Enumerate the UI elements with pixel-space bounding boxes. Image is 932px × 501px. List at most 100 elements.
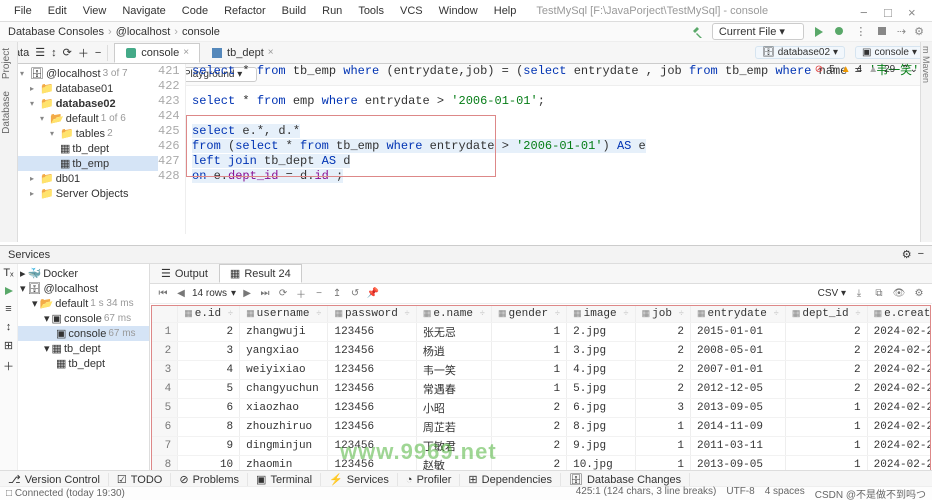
hide-icon[interactable]: −	[918, 248, 924, 261]
svc-default-node[interactable]: ▾📂 default 1 s 34 ms	[18, 296, 149, 311]
column-header[interactable]: ▦gender ÷	[491, 306, 566, 322]
table-row[interactable]: 68zhouzhiruo123456周芷若28.jpg12014-11-0912…	[152, 417, 931, 436]
table-row[interactable]: 79dingminjun123456丁敏君29.jpg12011-03-1112…	[152, 436, 931, 455]
hammer-icon[interactable]	[691, 25, 704, 38]
column-header[interactable]: ▦password ÷	[328, 306, 416, 322]
output-tab[interactable]: ☰ Output	[150, 264, 219, 283]
copy-icon[interactable]: ⧉	[872, 288, 886, 299]
table-row[interactable]: 45changyuchun123456常遇春15.jpg22012-12-052…	[152, 379, 931, 398]
svc-console-node[interactable]: ▣ console 67 ms	[18, 326, 149, 341]
minimize-icon[interactable]: −	[860, 5, 872, 17]
db-tables-node[interactable]: ▾📁 tables 2	[18, 126, 158, 141]
problems-button[interactable]: ⊘ Problems	[171, 473, 248, 486]
export-icon[interactable]: ⤓	[852, 288, 866, 299]
db-schema-node[interactable]: ▸📁 database01	[18, 81, 158, 96]
menu-window[interactable]: Window	[431, 3, 486, 19]
maximize-icon[interactable]: □	[884, 5, 896, 17]
menu-help[interactable]: Help	[486, 3, 525, 19]
breadcrumb-item[interactable]: @localhost	[116, 26, 171, 38]
column-header[interactable]: ▦job ÷	[635, 306, 690, 322]
table-row[interactable]: 34weiyixiao123456韦一笑14.jpg22007-01-01220…	[152, 360, 931, 379]
pin-icon[interactable]: 📌	[366, 288, 380, 299]
sql-editor[interactable]: 421422423424 425426427428 select * from …	[158, 64, 922, 234]
column-header[interactable]: ▦entrydate ÷	[690, 306, 785, 322]
db-default-node[interactable]: ▾📂 default 1 of 6	[18, 111, 158, 126]
remove-row-icon[interactable]: −	[312, 288, 326, 299]
db-host-node[interactable]: ▾🗄 @localhost 3 of 7	[18, 66, 158, 81]
menu-run[interactable]: Run	[314, 3, 350, 19]
tab-tbdept[interactable]: tb_dept×	[200, 43, 285, 63]
svc-table-node[interactable]: ▾▦ tb_dept	[18, 341, 149, 356]
menu-view[interactable]: View	[75, 3, 115, 19]
db-schema-node[interactable]: ▾📁 database02	[18, 96, 158, 111]
prev-page-icon[interactable]: ◀	[174, 288, 188, 299]
db-schema-node[interactable]: ▸📁 db01	[18, 171, 158, 186]
table-row[interactable]: 56xiaozhao123456小昭26.jpg32013-09-0512024…	[152, 398, 931, 417]
column-header[interactable]: ▦image ÷	[567, 306, 636, 322]
todo-button[interactable]: ☑ TODO	[109, 473, 171, 486]
filter-icon[interactable]: ☰	[35, 46, 45, 59]
git-tools[interactable]: ⇢	[897, 25, 906, 38]
revert-icon[interactable]: ↺	[348, 288, 362, 299]
profiler-button[interactable]: ◔ Profiler	[398, 474, 461, 486]
indent[interactable]: 4 spaces	[765, 486, 805, 501]
console-pill[interactable]: ▣ console ▾	[855, 46, 924, 59]
project-tool-button[interactable]: Project	[0, 42, 13, 85]
table-row[interactable]: 12zhangwuji123456张无忌12.jpg22015-01-01220…	[152, 322, 931, 341]
db-server-objects-node[interactable]: ▸📁 Server Objects	[18, 186, 158, 201]
reload-icon[interactable]: ⟳	[276, 288, 290, 299]
view-icon[interactable]: 👁	[892, 288, 906, 299]
menu-navigate[interactable]: Navigate	[114, 3, 173, 19]
menu-edit[interactable]: Edit	[40, 3, 75, 19]
database-tool-button[interactable]: Database	[0, 85, 13, 140]
first-page-icon[interactable]: ⏮	[156, 288, 170, 299]
commit-icon[interactable]: ↥	[330, 288, 344, 299]
result-tab[interactable]: ▦ Result 24	[219, 264, 302, 283]
column-header[interactable]: ▦dept_id ÷	[785, 306, 867, 322]
close-icon[interactable]: ×	[908, 5, 920, 17]
menu-file[interactable]: File	[6, 3, 40, 19]
menu-refactor[interactable]: Refactor	[216, 3, 274, 19]
dbchanges-button[interactable]: 🗄 Database Changes	[561, 473, 690, 486]
version-control-button[interactable]: ⎇ Version Control	[0, 473, 109, 486]
add-icon[interactable]: ＋	[3, 358, 14, 374]
column-header[interactable]: ▦e.create_time ÷	[867, 306, 931, 322]
collapse-icon[interactable]: ↕	[6, 321, 12, 333]
breadcrumb-item[interactable]: console	[182, 26, 220, 38]
db-table-node[interactable]: ▦ tb_emp	[18, 156, 158, 171]
export-format[interactable]: CSV ▾	[818, 288, 846, 299]
group-icon[interactable]: ⊞	[4, 339, 13, 352]
settings-icon[interactable]: ⚙	[912, 288, 926, 299]
run-icon[interactable]	[812, 25, 825, 38]
encoding[interactable]: UTF-8	[726, 486, 754, 501]
refresh-icon[interactable]: ⟳	[63, 46, 72, 59]
breadcrumb-item[interactable]: Database Consoles	[8, 26, 104, 38]
settings-icon[interactable]: ⚙	[902, 248, 912, 261]
column-header[interactable]: ▦username ÷	[240, 306, 328, 322]
result-grid[interactable]: ▦e.id ÷▦username ÷▦password ÷▦e.name ÷▦g…	[151, 305, 931, 477]
svc-table-node[interactable]: ▦ tb_dept	[18, 356, 149, 371]
settings-icon[interactable]: ⚙	[914, 25, 924, 38]
debug-icon[interactable]	[833, 25, 846, 38]
menu-build[interactable]: Build	[274, 3, 314, 19]
run-config-select[interactable]: Current File ▾	[712, 23, 804, 40]
column-header[interactable]: ▦e.id ÷	[178, 306, 240, 322]
stop-icon[interactable]	[876, 25, 889, 38]
deps-button[interactable]: ⊞ Dependencies	[460, 473, 561, 486]
tab-close-icon[interactable]: ×	[268, 47, 274, 58]
next-page-icon[interactable]: ▶	[240, 288, 254, 299]
more-run-icon[interactable]: ⋮	[854, 25, 868, 38]
add-row-icon[interactable]: ＋	[294, 286, 308, 301]
svc-host-node[interactable]: ▾🗄 @localhost	[18, 281, 149, 296]
menu-tools[interactable]: Tools	[350, 3, 392, 19]
db-pill[interactable]: 🗄 database02 ▾	[755, 46, 845, 59]
terminal-button[interactable]: ▣ Terminal	[248, 473, 321, 486]
menu-code[interactable]: Code	[174, 3, 216, 19]
inspection-widget[interactable]: ⊘5 ▲4 ▲29 ⌃⌄	[815, 64, 918, 75]
filter-icon[interactable]: Tₓ	[3, 267, 13, 279]
tab-close-icon[interactable]: ×	[183, 47, 189, 58]
svc-console-node[interactable]: ▾▣ console 67 ms	[18, 311, 149, 326]
expand-icon[interactable]: ≡	[5, 303, 11, 315]
db-table-node[interactable]: ▦ tb_dept	[18, 141, 158, 156]
column-header[interactable]: ▦e.name ÷	[416, 306, 491, 322]
